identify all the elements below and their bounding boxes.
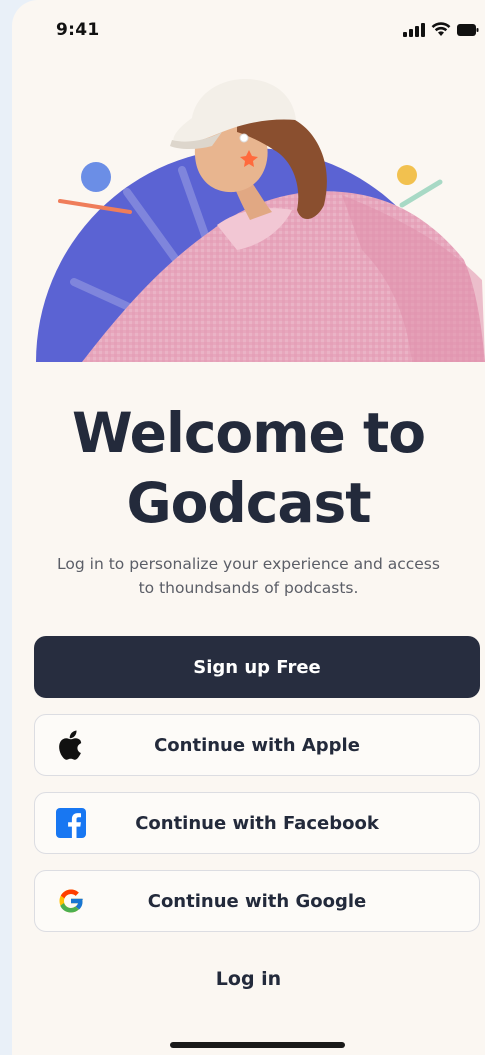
- continue-facebook-label: Continue with Facebook: [135, 812, 379, 834]
- continue-apple-label: Continue with Apple: [154, 734, 360, 756]
- hero-dot-yellow: [397, 165, 417, 185]
- status-bar: 9:41: [12, 0, 485, 60]
- hero-line-mint: [399, 179, 443, 208]
- signal-icon: [403, 22, 425, 37]
- facebook-icon: [55, 807, 87, 839]
- hero-dot-blue: [81, 162, 111, 192]
- continue-apple-button[interactable]: Continue with Apple: [34, 714, 480, 776]
- continue-google-button[interactable]: Continue with Google: [34, 870, 480, 932]
- battery-icon: [457, 23, 479, 36]
- wifi-icon: [431, 22, 451, 36]
- signup-button-label: Sign up Free: [193, 656, 321, 678]
- page-subtitle: Log in to personalize your experience an…: [32, 552, 465, 600]
- login-link[interactable]: Log in: [12, 968, 485, 990]
- hero-illustration: [36, 79, 485, 362]
- signup-button[interactable]: Sign up Free: [34, 636, 480, 698]
- subtitle-line-2: to thoundsands of podcasts.: [138, 579, 359, 597]
- status-icons: [403, 22, 479, 37]
- status-time: 9:41: [56, 20, 100, 40]
- title-line-1: Welcome to: [71, 401, 426, 465]
- apple-icon: [55, 729, 87, 761]
- home-indicator: [170, 1042, 345, 1048]
- continue-facebook-button[interactable]: Continue with Facebook: [34, 792, 480, 854]
- page-title: Welcome to Godcast: [12, 398, 485, 538]
- phone-screen: 9:41 Welcome to Godcast Log in to person…: [12, 0, 485, 1055]
- google-icon: [55, 885, 87, 917]
- subtitle-line-1: Log in to personalize your experience an…: [57, 555, 440, 573]
- title-line-2: Godcast: [126, 471, 371, 535]
- continue-google-label: Continue with Google: [147, 890, 367, 912]
